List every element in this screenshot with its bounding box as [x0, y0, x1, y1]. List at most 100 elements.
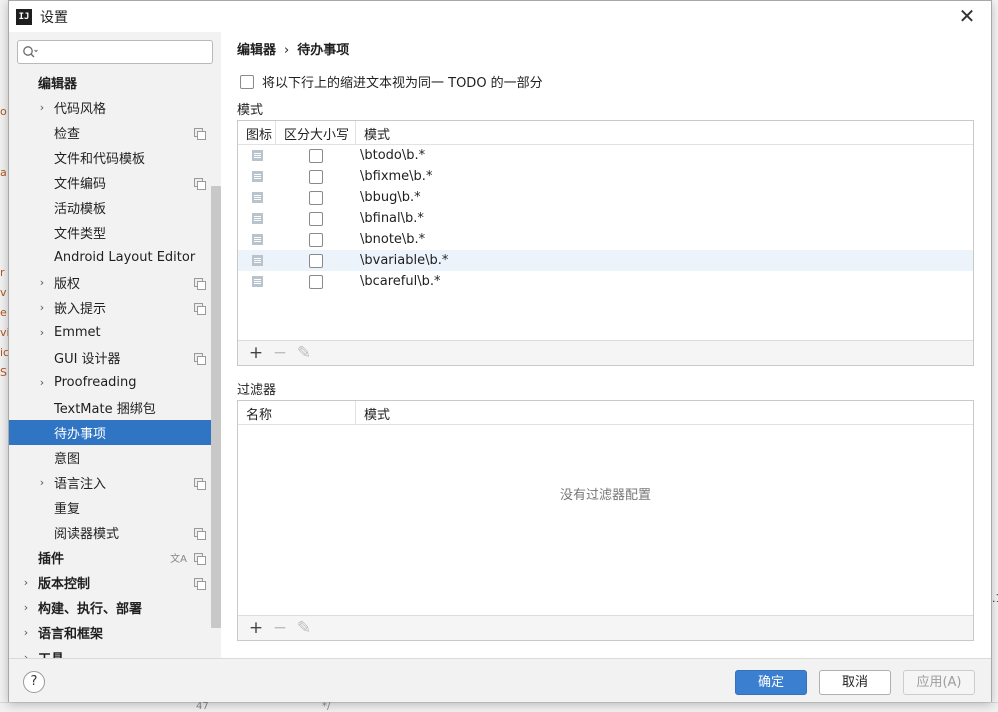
case-sensitive-checkbox[interactable]: [309, 169, 323, 184]
sidebar-item[interactable]: › Proofreading: [9, 370, 221, 395]
cancel-button[interactable]: 取消: [819, 670, 891, 695]
window-title: 设置: [40, 9, 68, 26]
case-sensitive-checkbox[interactable]: [309, 148, 323, 163]
chevron-right-icon[interactable]: ›: [21, 576, 31, 589]
dialog-footer: ? 确定 取消 应用(A): [9, 658, 991, 702]
chevron-right-icon[interactable]: ›: [37, 301, 47, 314]
bg-char: o: [0, 105, 7, 118]
search-box[interactable]: [17, 40, 213, 64]
sidebar-item[interactable]: › 工具: [9, 645, 221, 658]
add-pattern-button[interactable]: +: [244, 343, 268, 363]
pattern-row[interactable]: \bvariable\b.*: [238, 250, 973, 271]
search-input[interactable]: [38, 42, 212, 62]
sidebar-item-label: 语言和框架: [38, 627, 104, 642]
sidebar-item-label: 活动模板: [54, 202, 107, 217]
sidebar-item[interactable]: 文件编码: [9, 170, 221, 195]
pattern-row[interactable]: \bnote\b.*: [238, 229, 973, 250]
project-level-icon: [194, 353, 206, 365]
sidebar-item[interactable]: 活动模板: [9, 195, 221, 220]
filters-table: 名称 模式 没有过滤器配置 + − ✎: [237, 400, 974, 641]
chevron-right-icon[interactable]: ›: [37, 476, 47, 489]
multiline-todo-checkbox[interactable]: [240, 74, 254, 89]
sidebar-item-label: TextMate 捆绑包: [54, 402, 156, 417]
sidebar-item[interactable]: GUI 设计器: [9, 345, 221, 370]
patterns-table-header: 图标 区分大小写 模式: [238, 121, 973, 145]
sidebar-item[interactable]: TextMate 捆绑包: [9, 395, 221, 420]
sidebar-item[interactable]: Android Layout Editor: [9, 245, 221, 270]
sidebar-item[interactable]: 意图: [9, 445, 221, 470]
pattern-row[interactable]: \bfixme\b.*: [238, 166, 973, 187]
patterns-table-body: \btodo\b.* \bfixme\b.* \bbug\b.* \bfinal\b.…: [238, 145, 973, 292]
pattern-row[interactable]: \bfinal\b.*: [238, 208, 973, 229]
chevron-right-icon[interactable]: ›: [37, 276, 47, 289]
sidebar-item[interactable]: › 语言和框架: [9, 620, 221, 645]
project-level-icon: [194, 478, 206, 490]
sidebar-item[interactable]: 阅读器模式: [9, 520, 221, 545]
sidebar-item[interactable]: 文件和代码模板: [9, 145, 221, 170]
column-header-name[interactable]: 名称: [238, 401, 356, 425]
sidebar-item-label: 编辑器: [38, 77, 78, 92]
column-header-case-sensitive[interactable]: 区分大小写: [276, 121, 356, 145]
case-sensitive-checkbox[interactable]: [309, 253, 323, 268]
close-icon[interactable]: ✕: [957, 6, 977, 26]
edit-pattern-button[interactable]: ✎: [292, 343, 316, 363]
bg-char: r: [0, 266, 5, 279]
todo-icon: [251, 150, 263, 161]
case-sensitive-checkbox[interactable]: [309, 211, 323, 226]
column-header-icon[interactable]: 图标: [238, 121, 276, 145]
sidebar-item[interactable]: › 语言注入: [9, 470, 221, 495]
settings-dialog: IJ 设置 ✕ 编辑器 › 代码风格 检查 文件和代码模板 文件编码 活动模板 文件类型 And…: [8, 0, 992, 702]
todo-settings-panel: 编辑器 › 待办事项 将以下行上的缩进文本视为同一 TODO 的一部分 模式 图标 …: [221, 32, 991, 658]
edit-filter-button[interactable]: ✎: [292, 618, 316, 638]
chevron-right-icon[interactable]: ›: [37, 376, 47, 389]
sidebar-item[interactable]: › 代码风格: [9, 95, 221, 120]
translate-icon: 文A: [170, 554, 187, 565]
column-header-pattern[interactable]: 模式: [356, 121, 973, 145]
pattern-icon-cell: [238, 276, 276, 287]
pattern-icon-cell: [238, 234, 276, 245]
sidebar-item[interactable]: › 版本控制: [9, 570, 221, 595]
breadcrumb-current: 待办事项: [297, 43, 350, 58]
sidebar-item[interactable]: 文件类型: [9, 220, 221, 245]
chevron-right-icon[interactable]: ›: [21, 651, 31, 658]
sidebar-item[interactable]: 重复: [9, 495, 221, 520]
apply-button[interactable]: 应用(A): [903, 670, 975, 695]
column-header-filter-pattern[interactable]: 模式: [356, 401, 973, 425]
sidebar-item[interactable]: › 版权: [9, 270, 221, 295]
pattern-icon-cell: [238, 213, 276, 224]
todo-icon: [251, 213, 263, 224]
sidebar-item-label: Android Layout Editor: [54, 250, 196, 265]
sidebar-item[interactable]: 编辑器: [9, 70, 221, 95]
multiline-todo-label: 将以下行上的缩进文本视为同一 TODO 的一部分: [262, 76, 543, 91]
sidebar-item-label: GUI 设计器: [54, 352, 121, 367]
sidebar-item[interactable]: 插件 文A: [9, 545, 221, 570]
case-sensitive-checkbox[interactable]: [309, 232, 323, 247]
case-sensitive-checkbox[interactable]: [309, 190, 323, 205]
sidebar-item[interactable]: › 嵌入提示: [9, 295, 221, 320]
chevron-right-icon[interactable]: ›: [37, 326, 47, 339]
ok-button[interactable]: 确定: [735, 670, 807, 695]
sidebar-item[interactable]: › Emmet: [9, 320, 221, 345]
chevron-right-icon[interactable]: ›: [37, 101, 47, 114]
pattern-row[interactable]: \btodo\b.*: [238, 145, 973, 166]
sidebar-item[interactable]: › 构建、执行、部署: [9, 595, 221, 620]
chevron-right-icon[interactable]: ›: [21, 601, 31, 614]
pattern-row[interactable]: \bbug\b.*: [238, 187, 973, 208]
project-level-icon: [194, 303, 206, 315]
chevron-right-icon[interactable]: ›: [21, 626, 31, 639]
breadcrumb-parent[interactable]: 编辑器: [237, 43, 276, 58]
pattern-icon-cell: [238, 255, 276, 266]
case-sensitive-checkbox[interactable]: [309, 274, 323, 289]
sidebar-item[interactable]: 检查: [9, 120, 221, 145]
remove-filter-button[interactable]: −: [268, 618, 292, 638]
sidebar-item-label: 代码风格: [54, 102, 107, 117]
sidebar-item[interactable]: 待办事项: [9, 420, 221, 445]
remove-pattern-button[interactable]: −: [268, 343, 292, 363]
add-filter-button[interactable]: +: [244, 618, 268, 638]
case-sensitive-cell: [276, 211, 356, 226]
background-editor-right: .1: [992, 0, 998, 712]
multiline-todo-option[interactable]: 将以下行上的缩进文本视为同一 TODO 的一部分: [240, 72, 543, 91]
help-button[interactable]: ?: [23, 671, 45, 693]
pattern-row[interactable]: \bcareful\b.*: [238, 271, 973, 292]
sidebar-scrollbar[interactable]: [211, 186, 221, 628]
